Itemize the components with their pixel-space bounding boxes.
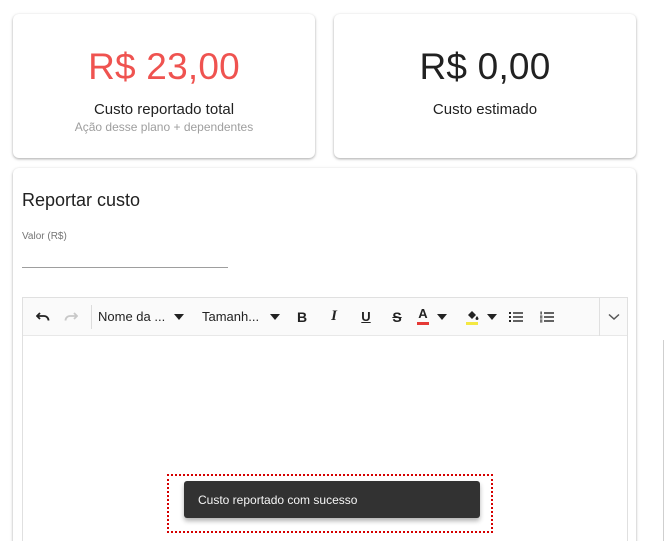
estimated-cost-label: Custo estimado <box>432 101 538 118</box>
bold-icon[interactable]: B <box>286 303 318 331</box>
estimated-cost-value: R$ 0,00 <box>419 46 551 87</box>
success-snackbar: Custo reportado com sucesso <box>184 481 480 518</box>
undo-icon[interactable] <box>29 303 57 331</box>
font-size-value: Tamanh... <box>202 309 260 324</box>
reported-cost-value: R$ 23,00 <box>88 46 240 87</box>
toolbar-divider <box>91 304 92 329</box>
highlight-color-icon[interactable] <box>460 303 502 331</box>
font-name-value: Nome da ... <box>98 309 166 324</box>
chevron-down-icon <box>607 313 620 321</box>
scrollbar-track[interactable] <box>663 340 664 541</box>
estimated-cost-card: R$ 0,00 Custo estimado <box>334 14 636 158</box>
font-size-select[interactable]: Tamanh... <box>202 303 282 331</box>
redo-icon[interactable] <box>57 303 85 331</box>
reported-cost-label: Custo reportado total <box>93 101 235 118</box>
paint-bucket-icon <box>466 310 479 325</box>
snackbar-message: Custo reportado com sucesso <box>198 492 358 507</box>
value-field-label: Valor (R$) <box>22 231 67 242</box>
toolbar-more-button[interactable] <box>599 298 627 336</box>
form-title: Reportar custo <box>22 190 141 210</box>
italic-icon[interactable]: I <box>318 303 350 331</box>
underline-icon[interactable]: U <box>350 303 382 331</box>
numbered-list-icon[interactable] <box>530 303 564 331</box>
reported-cost-sublabel: Ação desse plano + dependentes <box>74 120 254 134</box>
bullet-list-icon[interactable] <box>502 303 530 331</box>
value-input[interactable] <box>22 246 228 268</box>
strikethrough-icon[interactable]: S <box>382 303 412 331</box>
editor-toolbar: Nome da ... Tamanh... B I U S A <box>23 298 627 336</box>
caret-down-icon <box>174 313 184 320</box>
caret-down-icon <box>270 313 280 320</box>
font-name-select[interactable]: Nome da ... <box>98 303 188 331</box>
caret-down-icon <box>437 313 447 320</box>
font-color-icon[interactable]: A <box>412 303 452 331</box>
caret-down-icon <box>487 313 497 320</box>
reported-cost-card: R$ 23,00 Custo reportado total Ação dess… <box>13 14 315 158</box>
